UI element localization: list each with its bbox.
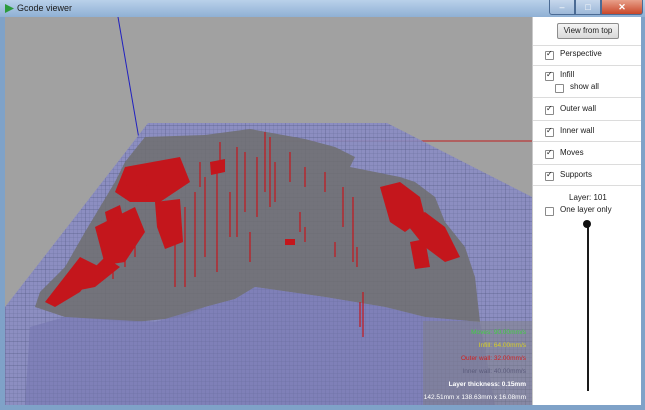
maximize-icon: □ [585,2,591,12]
one-layer-only-checkbox[interactable] [545,207,554,216]
title-bar[interactable]: Gcode viewer – □ ✕ [0,0,645,17]
minimize-icon: – [559,2,565,12]
show-all-label: show all [570,82,599,91]
layer-slider-handle[interactable] [583,220,591,228]
window-controls: – □ ✕ [549,0,643,15]
divider [533,45,641,46]
layer-thickness: Layer thickness: 0.15mm [448,381,526,388]
inner-wall-checkbox[interactable] [545,126,554,137]
moves-speed: Moves: 90.00mm/s [471,329,526,336]
infill-checkbox[interactable] [545,70,554,81]
supports-checkbox[interactable] [545,170,554,181]
perspective-label: Perspective [560,49,602,58]
divider [533,164,641,165]
window-title: Gcode viewer [17,3,73,13]
one-layer-only-label: One layer only [560,205,612,214]
gcode-viewer-window: Gcode viewer – □ ✕ Moves: 90.00mm/s Infi… [0,0,645,410]
outer-wall-label: Outer wall [560,104,597,113]
infill-label: Infill [560,70,575,79]
layer-label: Layer: 101 [569,193,607,202]
layer-slider-track[interactable] [587,223,589,391]
divider [533,185,641,186]
infill-speed: Infill: 64.00mm/s [478,342,526,349]
perspective-checkbox[interactable] [545,49,554,60]
moves-checkbox[interactable] [545,148,554,159]
show-all-checkbox[interactable] [555,84,564,93]
maximize-button[interactable]: □ [575,0,601,15]
inner-wall-label: Inner wall [560,126,595,135]
outer-wall-speed: Outer wall: 32.00mm/s [460,355,526,362]
close-icon: ✕ [618,1,626,12]
divider [533,65,641,66]
3d-viewport[interactable]: Moves: 90.00mm/s Infill: 64.00mm/s Outer… [5,17,532,405]
minimize-button[interactable]: – [549,0,575,15]
z-axis-line [117,17,140,140]
inner-wall-speed: Inner wall: 40.00mm/s [462,368,526,375]
divider [533,97,641,98]
divider [533,120,641,121]
options-panel: View from top Perspective Infill show al… [532,17,641,405]
divider [533,141,641,142]
app-icon [5,4,14,13]
close-button[interactable]: ✕ [601,0,643,15]
supports-label: Supports [560,170,593,179]
model-dimensions: 142.51mm x 138.63mm x 16.08mm [423,394,526,401]
view-from-top-button[interactable]: View from top [557,23,619,39]
outer-wall-checkbox[interactable] [545,104,554,115]
moves-label: Moves [560,148,584,157]
